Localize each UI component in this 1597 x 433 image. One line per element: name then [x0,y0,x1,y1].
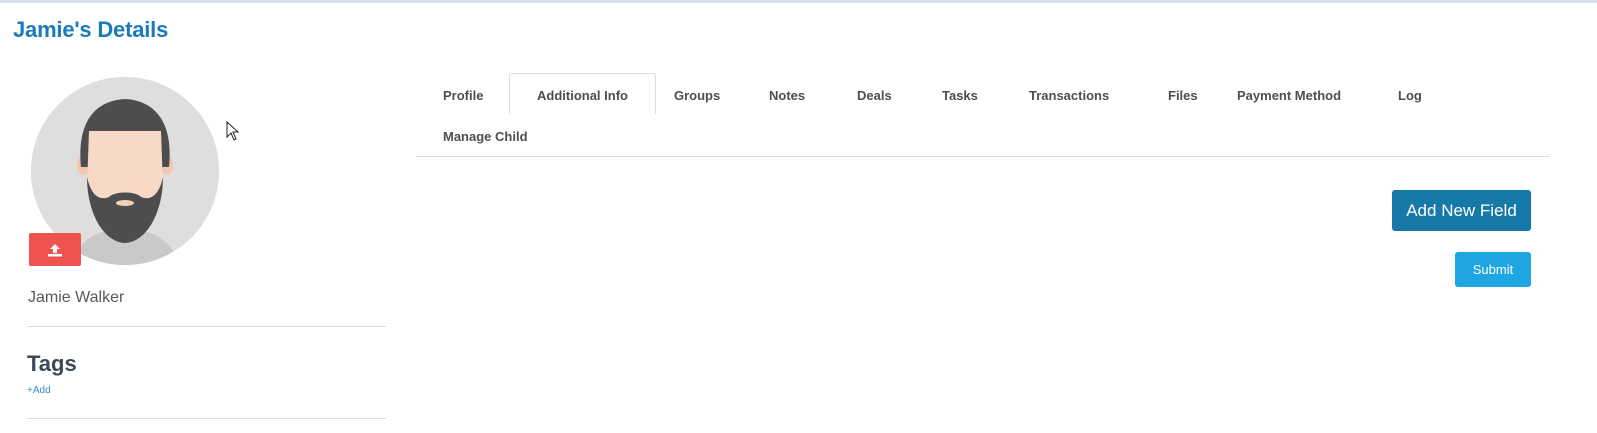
tab-deals[interactable]: Deals [830,74,919,115]
submit-button[interactable]: Submit [1455,252,1531,287]
divider [27,418,386,419]
tab-payment-method[interactable]: Payment Method [1210,74,1368,115]
tab-manage-child[interactable]: Manage Child [416,115,555,156]
tab-transactions[interactable]: Transactions [1002,74,1136,115]
tab-groups[interactable]: Groups [647,74,747,115]
add-tag-link[interactable]: +Add [27,385,51,396]
tab-tasks[interactable]: Tasks [915,74,1005,115]
contact-full-name: Jamie Walker [28,289,125,306]
add-new-field-button[interactable]: Add New Field [1392,190,1531,231]
tab-notes[interactable]: Notes [742,74,832,115]
upload-icon [48,243,62,256]
tags-heading: Tags [27,351,77,376]
top-border [0,0,1597,3]
upload-avatar-button[interactable] [29,233,81,266]
tab-log[interactable]: Log [1371,74,1449,115]
tab-additional-info[interactable]: Additional Info [509,73,656,114]
tab-profile[interactable]: Profile [416,74,510,115]
mouse-cursor-icon [226,120,240,146]
page-title: Jamie's Details [13,17,169,42]
divider [27,326,386,327]
detail-tabs: Profile Additional Info Groups Notes Dea… [416,73,1550,157]
